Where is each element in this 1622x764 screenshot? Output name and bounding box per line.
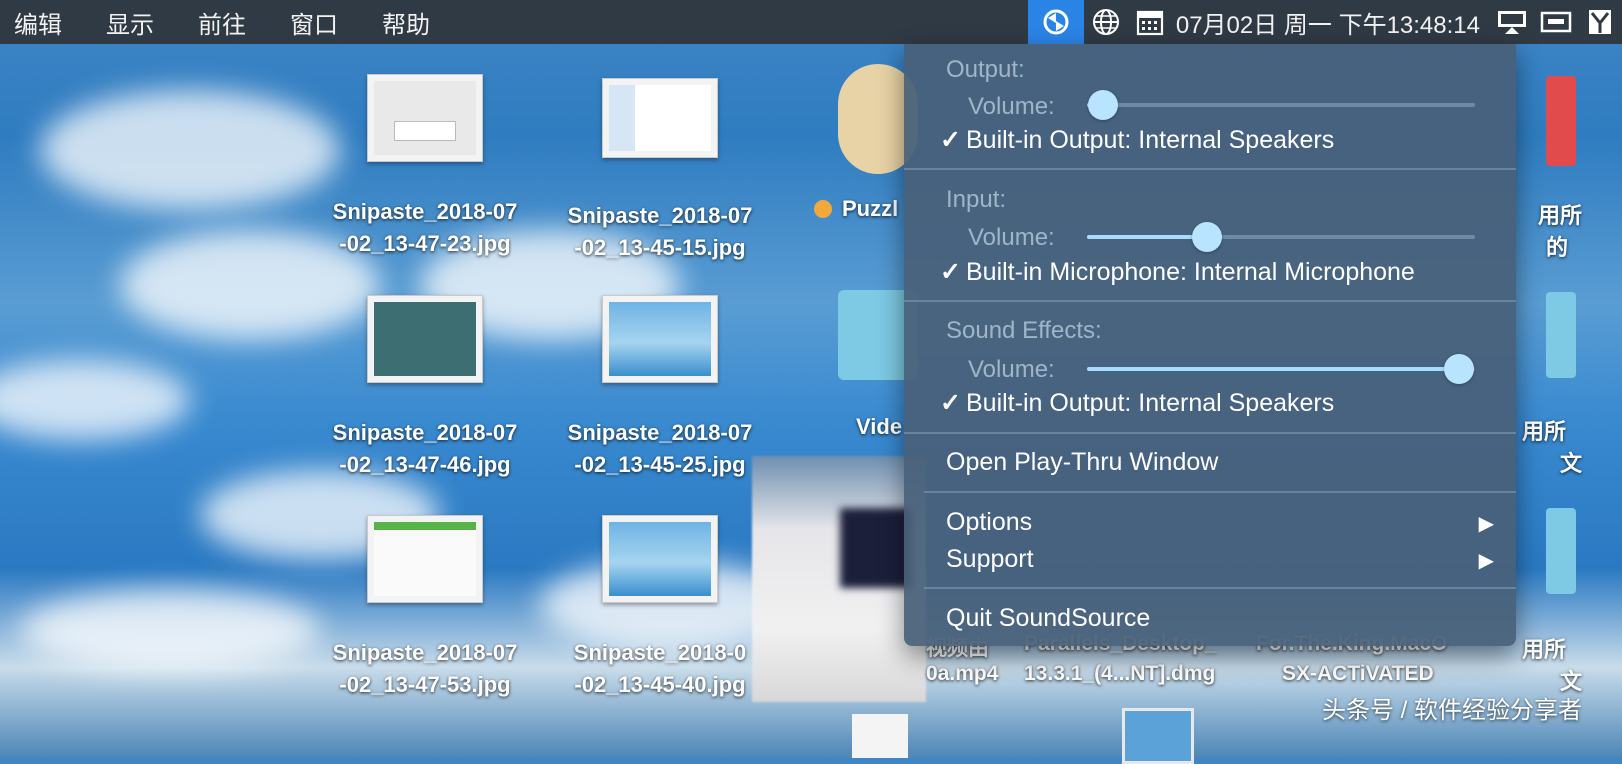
mp4-label-line2: 0a.mp4 (926, 662, 999, 685)
soundsource-icon[interactable] (1027, 0, 1084, 44)
output-volume-label: Volume: (968, 93, 1055, 120)
output-device-label: Built-in Output: Internal Speakers (966, 126, 1335, 154)
desktop-file[interactable]: Snipaste_2018-07 -02_13-47-53.jpg (310, 515, 540, 701)
checkmark-icon: ✓ (940, 389, 961, 417)
input-device-item[interactable]: ✓ Built-in Microphone: Internal Microphon… (940, 257, 1415, 287)
right-label-3: 用所 (1522, 637, 1567, 662)
app-icon[interactable] (1578, 0, 1622, 44)
submenu-arrow-icon: ▶ (1478, 513, 1494, 535)
calendar-icon[interactable] (1128, 0, 1172, 44)
checkmark-icon: ✓ (940, 126, 961, 154)
effects-volume-slider[interactable] (1087, 354, 1475, 384)
file-name-line2: -02_13-45-40.jpg (574, 672, 746, 697)
input-section-title: Input: (946, 186, 1007, 213)
file-thumbnail (367, 515, 483, 603)
file-name-line1: Snipaste_2018-07 (332, 640, 518, 665)
desktop-file[interactable]: Snipaste_2018-07 -02_13-45-25.jpg (545, 295, 775, 481)
output-volume-slider[interactable] (1087, 90, 1475, 120)
file-name-line1: Snipaste_2018-07 (332, 199, 518, 224)
menubar-clock[interactable]: 07月02日 周一 下午13:48:14 (1172, 5, 1490, 40)
output-device-item[interactable]: ✓ Built-in Output: Internal Speakers (940, 125, 1334, 155)
file-thumbnail (367, 74, 483, 162)
file-name-line2: -02_13-47-53.jpg (339, 672, 511, 697)
submenu-arrow-icon: ▶ (1478, 550, 1494, 572)
watermark: 头条号 / 软件经验分享者 (1321, 697, 1582, 724)
play-thru-menu-item[interactable]: Open Play-Thru Window (946, 448, 1218, 477)
menu-separator (904, 432, 1516, 434)
globe-icon[interactable] (1084, 0, 1128, 44)
file-thumbnail (602, 515, 718, 603)
file-name-line1: Snipaste_2018-07 (567, 420, 753, 445)
desktop-file[interactable]: Snipaste_2018-0 -02_13-45-40.jpg (545, 515, 775, 701)
menu-separator (924, 587, 1516, 589)
right-label-2b: 文 (1560, 451, 1583, 476)
input-volume-fill (1087, 235, 1207, 239)
desktop-file[interactable]: Snipaste_2018-07 -02_13-47-46.jpg (310, 295, 540, 481)
dmg-label-line2: 13.3.1_(4...NT].dmg (1024, 662, 1216, 685)
puzzle-label: Puzzl (842, 196, 899, 221)
file-name-line2: -02_13-47-23.jpg (339, 231, 511, 256)
effects-device-label: Built-in Output: Internal Speakers (966, 389, 1335, 417)
menu-help[interactable]: 帮助 (360, 5, 452, 40)
input-volume-label: Volume: (968, 224, 1055, 251)
file-name-line2: -02_13-45-15.jpg (574, 235, 746, 260)
options-menu-item[interactable]: Options (946, 508, 1032, 537)
effects-volume-label: Volume: (968, 356, 1055, 383)
menu-window[interactable]: 窗口 (268, 5, 360, 40)
desktop-file[interactable]: Snipaste_2018-07 -02_13-47-23.jpg (310, 74, 540, 260)
quit-menu-item[interactable]: Quit SoundSource (946, 604, 1150, 633)
menu-separator (904, 300, 1516, 302)
input-volume-knob[interactable] (1192, 222, 1222, 252)
input-device-label: Built-in Microphone: Internal Microphone (966, 258, 1415, 286)
file-name-line2: -02_13-45-25.jpg (574, 452, 746, 477)
blurred-thumbnail (840, 508, 912, 588)
right-app-icon[interactable] (1546, 76, 1576, 166)
right-folder-icon[interactable] (1546, 292, 1576, 378)
effects-device-item[interactable]: ✓ Built-in Output: Internal Speakers (940, 388, 1334, 418)
effects-section-title: Sound Effects: (946, 317, 1102, 344)
shortcut-icon[interactable] (1534, 0, 1578, 44)
right-label-1: 用所 (1538, 203, 1583, 228)
menu-edit[interactable]: 编辑 (0, 5, 84, 40)
video-label: Vide (856, 414, 903, 439)
file-name-line1: Snipaste_2018-0 (573, 640, 747, 665)
soundsource-menu: Output: Volume: ✓ Built-in Output: Intern… (904, 44, 1516, 646)
effects-volume-fill (1087, 367, 1459, 371)
input-volume-slider[interactable] (1087, 222, 1475, 252)
file-name-line2: -02_13-47-46.jpg (339, 452, 511, 477)
menu-go[interactable]: 前往 (176, 5, 268, 40)
output-section-title: Output: (946, 56, 1025, 83)
output-volume-knob[interactable] (1088, 90, 1118, 120)
file-name-line1: Snipaste_2018-07 (567, 203, 753, 228)
right-folder-icon[interactable] (1546, 508, 1576, 594)
status-dot-icon (814, 200, 832, 218)
menu-view[interactable]: 显示 (84, 5, 176, 40)
right-label-2: 用所 (1522, 419, 1567, 444)
menu-separator (904, 168, 1516, 170)
effects-volume-knob[interactable] (1444, 354, 1474, 384)
file-thumbnail (602, 78, 718, 158)
file-name-line1: Snipaste_2018-07 (332, 420, 518, 445)
menu-bar: 编辑 显示 前往 窗口 帮助 07月02日 周一 下午13:48:14 (0, 0, 1622, 44)
app-label-line2: SX-ACTiVATED (1282, 662, 1434, 685)
file-thumbnail (367, 295, 483, 383)
support-menu-item[interactable]: Support (946, 545, 1034, 574)
desktop-file[interactable]: Snipaste_2018-07 -02_13-45-15.jpg (545, 78, 775, 264)
right-label-1b: 的 (1546, 235, 1569, 260)
menu-extras: 07月02日 周一 下午13:48:14 (1027, 0, 1622, 44)
bottom-partial-file (852, 714, 908, 758)
file-thumbnail (602, 295, 718, 383)
bottom-partial-icon (1122, 708, 1194, 764)
menu-separator (924, 491, 1516, 493)
checkmark-icon: ✓ (940, 258, 961, 286)
display-icon[interactable] (1490, 0, 1534, 44)
